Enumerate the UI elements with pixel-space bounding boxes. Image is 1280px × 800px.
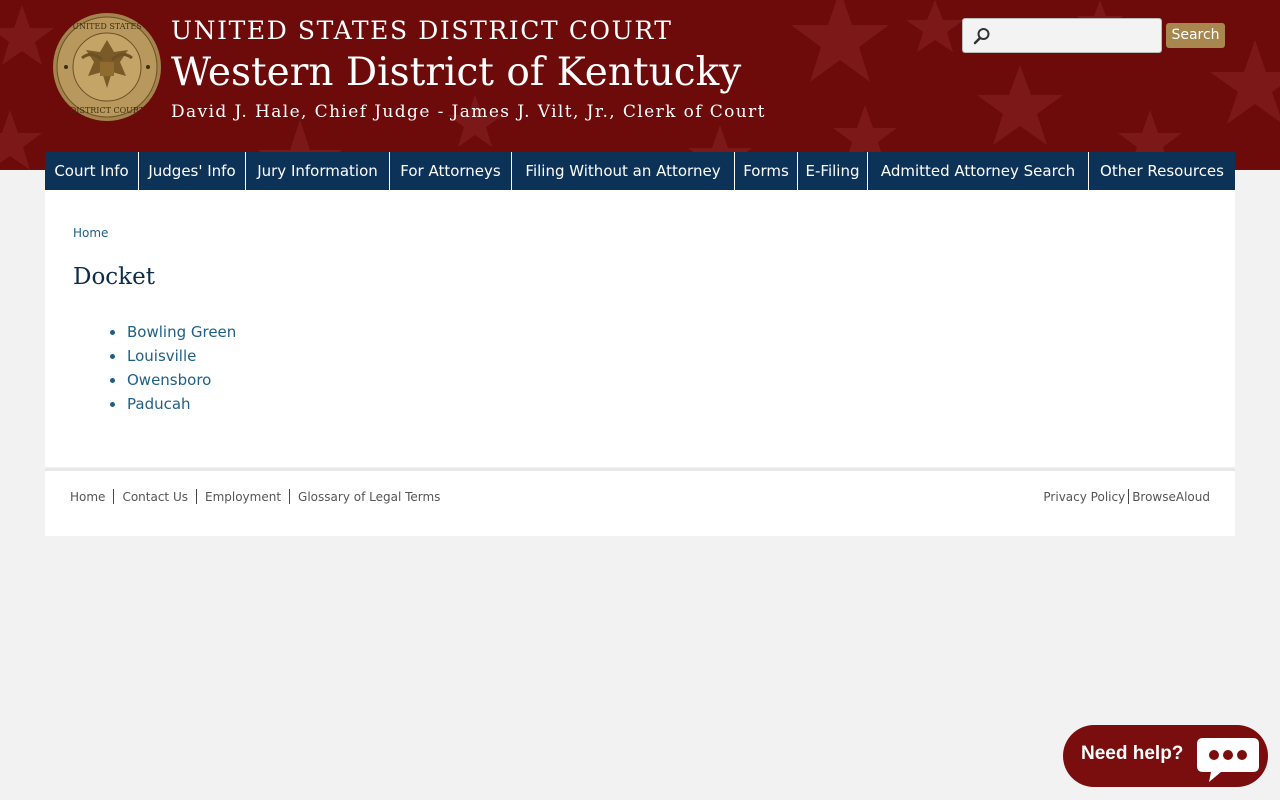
- nav-other-resources[interactable]: Other Resources: [1089, 152, 1235, 190]
- list-item: Bowling Green: [110, 320, 236, 344]
- chat-bubble-icon: [1197, 738, 1259, 782]
- divider: [195, 489, 197, 504]
- nav-for-attorneys[interactable]: For Attorneys: [390, 152, 512, 190]
- footer-link-contact-us[interactable]: Contact Us: [122, 490, 188, 504]
- footer-link-privacy-policy[interactable]: Privacy Policy: [1043, 490, 1125, 504]
- bullet-icon: [110, 330, 115, 335]
- divider: [289, 489, 291, 504]
- footer-link-glossary[interactable]: Glossary of Legal Terms: [298, 490, 440, 504]
- list-item: Owensboro: [110, 368, 236, 392]
- search-box: [962, 18, 1162, 53]
- footer-right-links: Privacy Policy BrowseAloud: [1043, 489, 1210, 504]
- bullet-icon: [110, 354, 115, 359]
- docket-link-paducah[interactable]: Paducah: [127, 395, 191, 413]
- footer-link-home[interactable]: Home: [70, 490, 105, 504]
- docket-link-owensboro[interactable]: Owensboro: [127, 371, 211, 389]
- docket-link-bowling-green[interactable]: Bowling Green: [127, 323, 236, 341]
- page-title: Docket: [73, 264, 155, 290]
- magnifier-icon: [973, 28, 990, 45]
- bullet-icon: [110, 402, 115, 407]
- main-nav: Court Info Judges' Info Jury Information…: [45, 152, 1235, 190]
- need-help-chat-button[interactable]: Need help?: [1063, 725, 1268, 787]
- court-officials: David J. Hale, Chief Judge - James J. Vi…: [171, 102, 766, 122]
- footer-left-links: Home Contact Us Employment Glossary of L…: [70, 489, 440, 504]
- nav-forms[interactable]: Forms: [735, 152, 798, 190]
- docket-link-louisville[interactable]: Louisville: [127, 347, 196, 365]
- footer-link-browsealoud[interactable]: BrowseAloud: [1132, 490, 1210, 504]
- site-footer: Home Contact Us Employment Glossary of L…: [45, 468, 1235, 536]
- docket-location-list: Bowling Green Louisville Owensboro Paduc…: [110, 320, 236, 416]
- nav-court-info[interactable]: Court Info: [45, 152, 139, 190]
- nav-e-filing[interactable]: E-Filing: [798, 152, 868, 190]
- site-header: UNITED STATES DISTRICT COURT UNITED STAT…: [0, 0, 1280, 170]
- nav-admitted-attorney-search[interactable]: Admitted Attorney Search: [868, 152, 1089, 190]
- list-item: Louisville: [110, 344, 236, 368]
- chat-label: Need help?: [1081, 743, 1184, 764]
- seal-text-top: UNITED STATES: [72, 22, 141, 31]
- divider: [1128, 489, 1130, 504]
- breadcrumb-home[interactable]: Home: [73, 226, 108, 240]
- court-name: UNITED STATES DISTRICT COURT: [171, 16, 673, 45]
- district-name[interactable]: Western District of Kentucky: [171, 50, 741, 95]
- court-seal-icon: UNITED STATES DISTRICT COURT: [53, 13, 161, 121]
- bullet-icon: [110, 378, 115, 383]
- search-input[interactable]: [993, 25, 1153, 47]
- divider: [113, 489, 115, 504]
- main-content: Home Docket Bowling Green Louisville Owe…: [45, 190, 1235, 467]
- nav-jury-information[interactable]: Jury Information: [246, 152, 390, 190]
- nav-filing-without-attorney[interactable]: Filing Without an Attorney: [512, 152, 735, 190]
- seal-text-bottom: DISTRICT COURT: [70, 106, 145, 115]
- list-item: Paducah: [110, 392, 236, 416]
- nav-judges-info[interactable]: Judges' Info: [139, 152, 246, 190]
- search-button[interactable]: Search: [1166, 23, 1225, 48]
- footer-link-employment[interactable]: Employment: [205, 490, 281, 504]
